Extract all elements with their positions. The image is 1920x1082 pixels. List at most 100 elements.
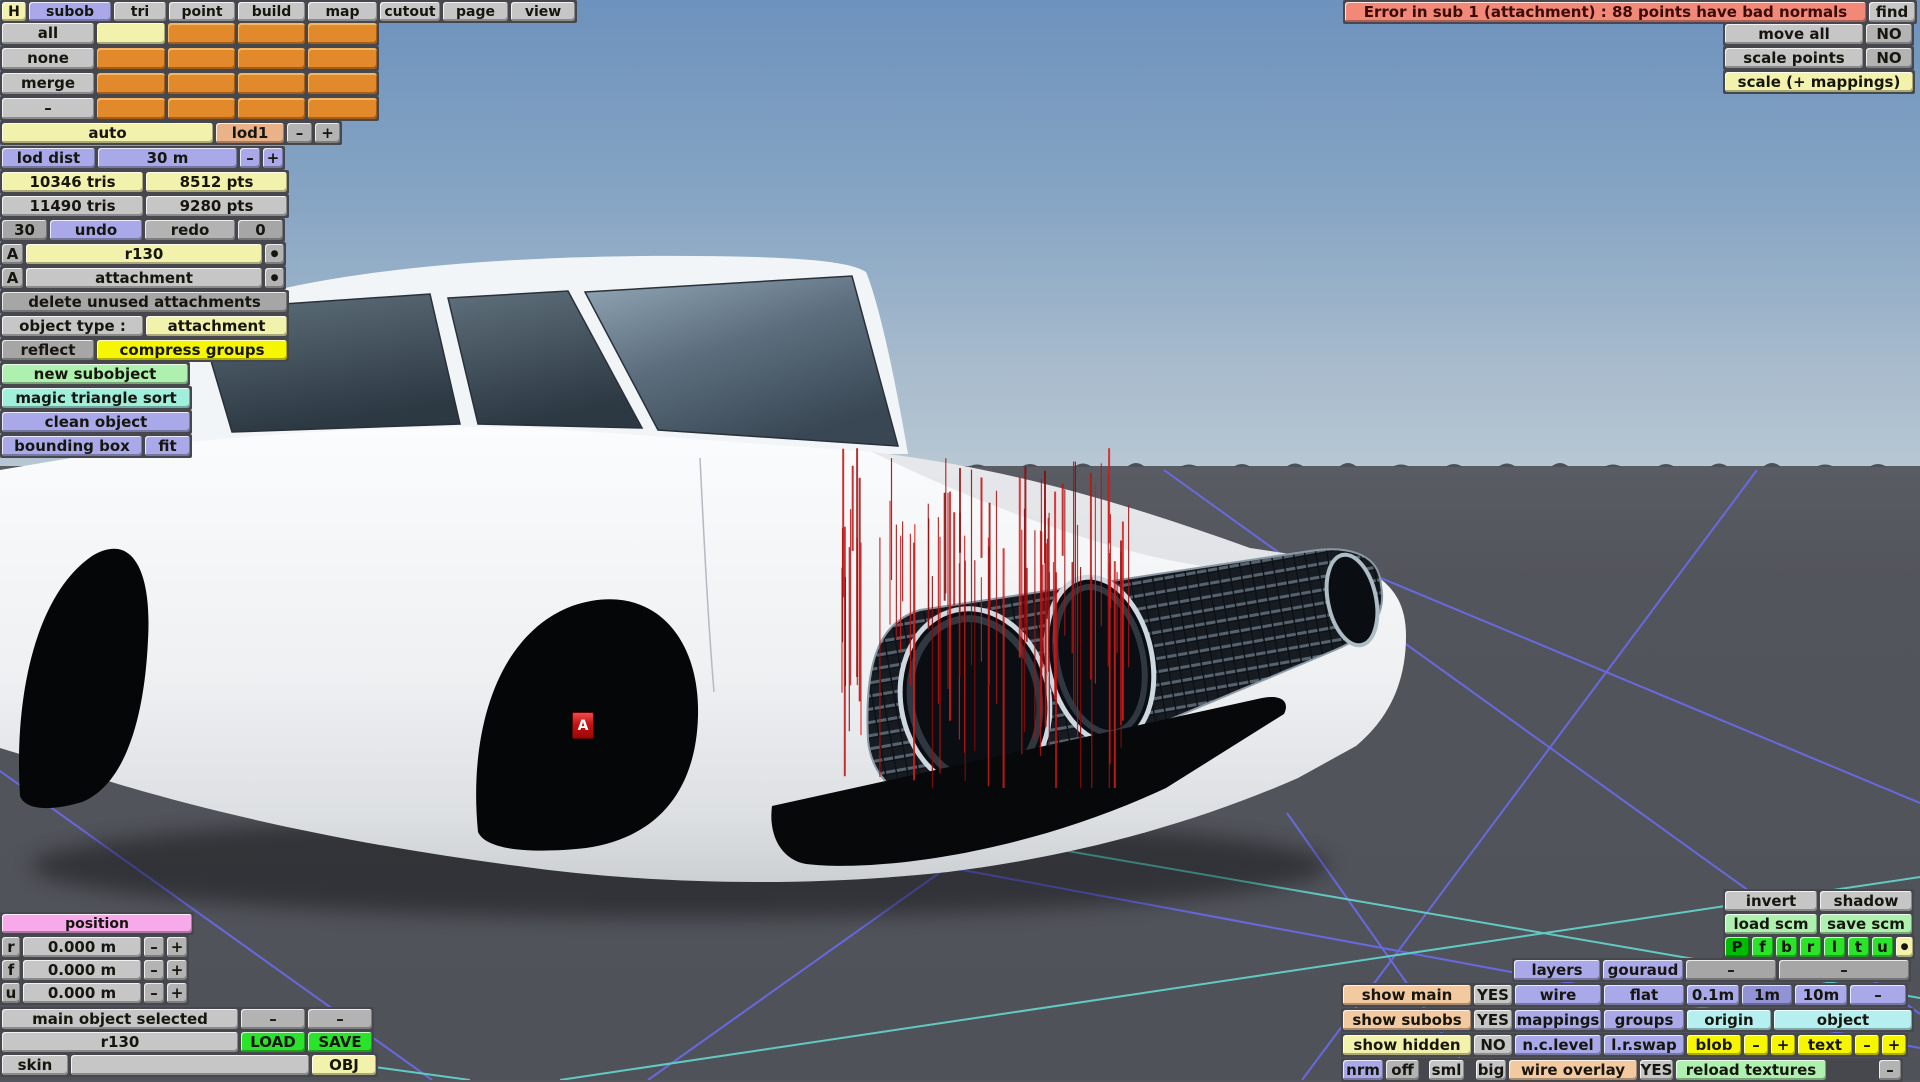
axis-r-value[interactable]: 0.000 m — [23, 937, 141, 957]
delete-unused-attachments-button[interactable]: delete unused attachments — [2, 292, 287, 312]
show-main-button[interactable]: show main — [1343, 985, 1471, 1005]
lod-level-button[interactable]: lod1 — [216, 123, 284, 143]
palette-cell[interactable] — [308, 73, 377, 94]
tab-tri[interactable]: tri — [114, 2, 166, 21]
bounding-box-button[interactable]: bounding box — [2, 436, 142, 456]
dash-button[interactable]: – — [241, 1009, 305, 1029]
palette-cell[interactable] — [308, 48, 377, 69]
skin-button[interactable]: skin — [2, 1055, 68, 1075]
palette-cell[interactable] — [168, 23, 235, 44]
undo-button[interactable]: undo — [50, 220, 142, 240]
palette-cell[interactable] — [308, 98, 377, 119]
reload-textures-button[interactable]: reload textures — [1676, 1060, 1826, 1080]
groups-button[interactable]: groups — [1604, 1010, 1684, 1030]
show-main-toggle[interactable]: YES — [1474, 985, 1512, 1005]
tab-h[interactable]: H — [2, 2, 26, 21]
axis-r-plus-button[interactable]: + — [167, 937, 187, 957]
lod-dist-minus-button[interactable]: – — [240, 148, 260, 168]
axis-u-minus-button[interactable]: – — [144, 983, 164, 1003]
palette-cell[interactable] — [238, 23, 305, 44]
move-all-toggle[interactable]: NO — [1866, 24, 1912, 44]
nrm-button[interactable]: nrm — [1343, 1060, 1383, 1080]
mappings-button[interactable]: mappings — [1515, 1010, 1601, 1030]
blob-plus-button[interactable]: + — [1771, 1035, 1795, 1055]
object-dot-button[interactable]: ● — [265, 244, 284, 264]
lr-swap-button[interactable]: l.r.swap — [1604, 1035, 1684, 1055]
select-none-button[interactable]: none — [2, 48, 94, 69]
reflect-button[interactable]: reflect — [2, 340, 94, 360]
nrm-big-button[interactable]: big — [1476, 1060, 1506, 1080]
redo-button[interactable]: redo — [145, 220, 235, 240]
find-button[interactable]: find — [1869, 2, 1915, 22]
flag-u-button[interactable]: u — [1872, 937, 1893, 957]
lod-plus-button[interactable]: + — [315, 123, 340, 143]
viewport-3d[interactable] — [0, 0, 1920, 1080]
flag-t-button[interactable]: t — [1848, 937, 1869, 957]
flag-l-button[interactable]: l — [1824, 937, 1845, 957]
axis-f-minus-button[interactable]: – — [144, 960, 164, 980]
wire-overlay-button[interactable]: wire overlay — [1509, 1060, 1637, 1080]
scale-points-toggle[interactable]: NO — [1866, 48, 1912, 68]
show-subobs-button[interactable]: show subobs — [1343, 1010, 1471, 1030]
object-tag[interactable]: A — [2, 244, 23, 264]
tab-cutout[interactable]: cutout — [380, 2, 440, 21]
grid-10m-button[interactable]: 10m — [1795, 985, 1847, 1005]
flag-dot-button[interactable]: ● — [1896, 937, 1913, 957]
palette-cell[interactable] — [168, 48, 235, 69]
axis-r-minus-button[interactable]: – — [144, 937, 164, 957]
select-all-button[interactable]: all — [2, 23, 94, 44]
layers-button[interactable]: layers — [1514, 960, 1600, 980]
tab-view[interactable]: view — [511, 2, 575, 21]
lod-auto-button[interactable]: auto — [2, 123, 213, 143]
show-hidden-toggle[interactable]: NO — [1474, 1035, 1512, 1055]
palette-cell[interactable] — [168, 98, 235, 119]
compress-groups-button[interactable]: compress groups — [97, 340, 287, 360]
new-subobject-button[interactable]: new subobject — [2, 364, 188, 384]
palette-cell[interactable] — [238, 98, 305, 119]
text-button[interactable]: text — [1798, 1035, 1852, 1055]
object-name-attachment[interactable]: attachment — [26, 268, 262, 288]
text-minus-button[interactable]: – — [1855, 1035, 1879, 1055]
magic-triangle-sort-button[interactable]: magic triangle sort — [2, 388, 190, 408]
object-type-value[interactable]: attachment — [146, 316, 287, 336]
show-hidden-button[interactable]: show hidden — [1343, 1035, 1471, 1055]
palette-cell[interactable] — [168, 73, 235, 94]
palette-cell[interactable] — [308, 23, 377, 44]
text-plus-button[interactable]: + — [1882, 1035, 1906, 1055]
save-scm-button[interactable]: save scm — [1820, 914, 1912, 934]
scale-points-button[interactable]: scale points — [1725, 48, 1863, 68]
tab-point[interactable]: point — [169, 2, 235, 21]
file-name-field[interactable]: r130 — [2, 1032, 238, 1052]
dash-button[interactable]: – — [1686, 960, 1776, 980]
invert-button[interactable]: invert — [1725, 891, 1817, 911]
palette-cell[interactable] — [238, 73, 305, 94]
palette-cell-selected[interactable] — [97, 23, 165, 44]
shadow-button[interactable]: shadow — [1820, 891, 1912, 911]
gouraud-button[interactable]: gouraud — [1603, 960, 1683, 980]
dash-button[interactable]: – — [1879, 1060, 1901, 1080]
tab-build[interactable]: build — [238, 2, 305, 21]
flag-p-button[interactable]: P — [1725, 937, 1749, 957]
dash-button[interactable]: – — [308, 1009, 372, 1029]
tab-map[interactable]: map — [308, 2, 377, 21]
grid-1m-button[interactable]: 1m — [1742, 985, 1792, 1005]
nrm-sml-button[interactable]: sml — [1429, 1060, 1464, 1080]
axis-f-plus-button[interactable]: + — [167, 960, 187, 980]
move-all-button[interactable]: move all — [1725, 24, 1863, 44]
load-scm-button[interactable]: load scm — [1725, 914, 1817, 934]
save-button[interactable]: SAVE — [308, 1032, 372, 1052]
axis-u-value[interactable]: 0.000 m — [23, 983, 141, 1003]
axis-u-plus-button[interactable]: + — [167, 983, 187, 1003]
blob-button[interactable]: blob — [1687, 1035, 1741, 1055]
palette-cell[interactable] — [97, 73, 165, 94]
attachment-marker[interactable]: A — [572, 712, 594, 739]
flag-r-button[interactable]: r — [1800, 937, 1821, 957]
object-dot-button[interactable]: ● — [265, 268, 284, 288]
wire-overlay-toggle[interactable]: YES — [1640, 1060, 1673, 1080]
show-subobs-toggle[interactable]: YES — [1474, 1010, 1512, 1030]
fit-button[interactable]: fit — [145, 436, 190, 456]
minus-select-button[interactable]: – — [2, 98, 94, 119]
axis-f-value[interactable]: 0.000 m — [23, 960, 141, 980]
skin-name-field[interactable] — [71, 1055, 309, 1075]
grid-dash-button[interactable]: – — [1850, 985, 1906, 1005]
